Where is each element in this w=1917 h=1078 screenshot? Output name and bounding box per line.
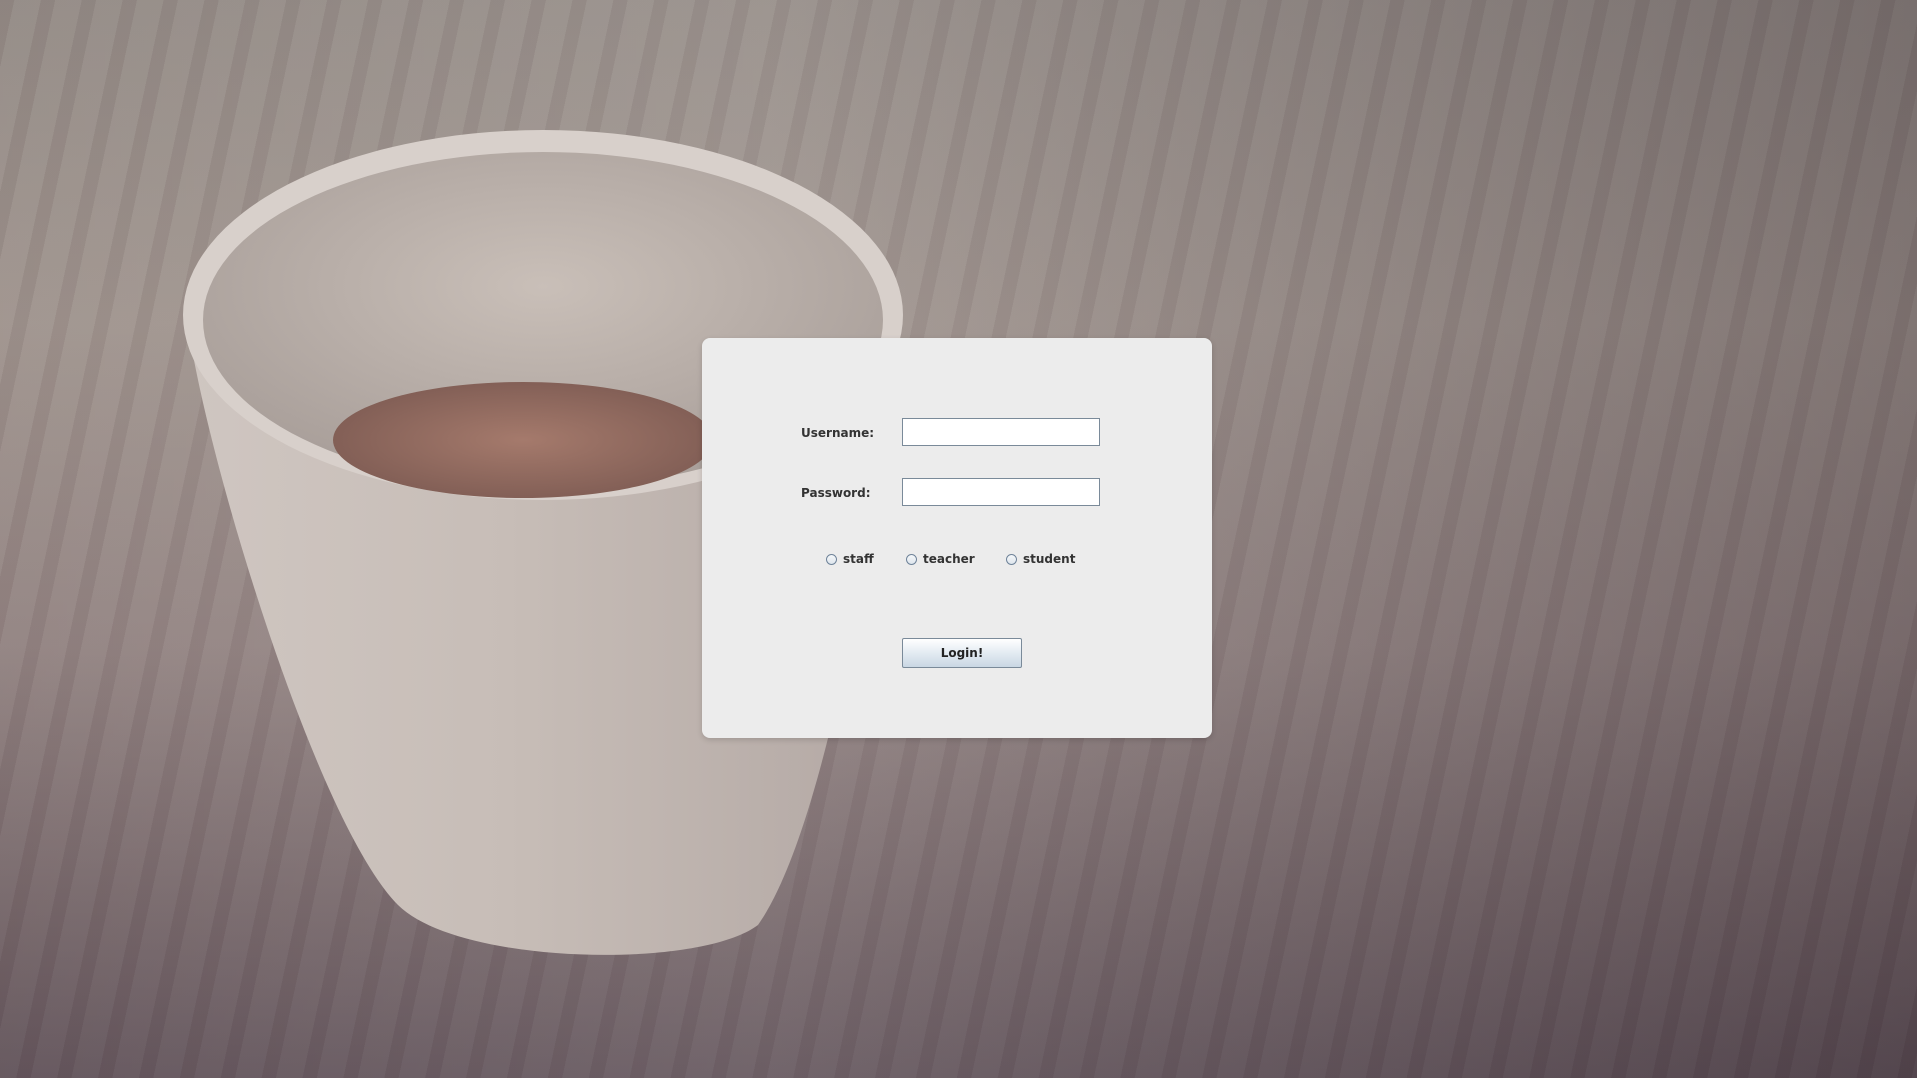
role-label-teacher: teacher [923, 552, 975, 566]
radio-button-icon[interactable] [826, 553, 837, 565]
role-label-staff: staff [843, 552, 874, 566]
role-option-teacher[interactable]: teacher [906, 550, 975, 568]
password-label: Password: [801, 486, 871, 500]
login-dialog: Username: Password: staff teacher studen… [702, 338, 1212, 738]
radio-button-icon[interactable] [1006, 553, 1017, 565]
login-button[interactable]: Login! [902, 638, 1022, 668]
role-option-student[interactable]: student [1006, 550, 1075, 568]
role-label-student: student [1023, 552, 1076, 566]
radio-button-icon[interactable] [906, 553, 917, 565]
password-input[interactable] [902, 478, 1100, 506]
role-option-staff[interactable]: staff [826, 550, 874, 568]
username-label: Username: [801, 426, 875, 440]
username-input[interactable] [902, 418, 1100, 446]
